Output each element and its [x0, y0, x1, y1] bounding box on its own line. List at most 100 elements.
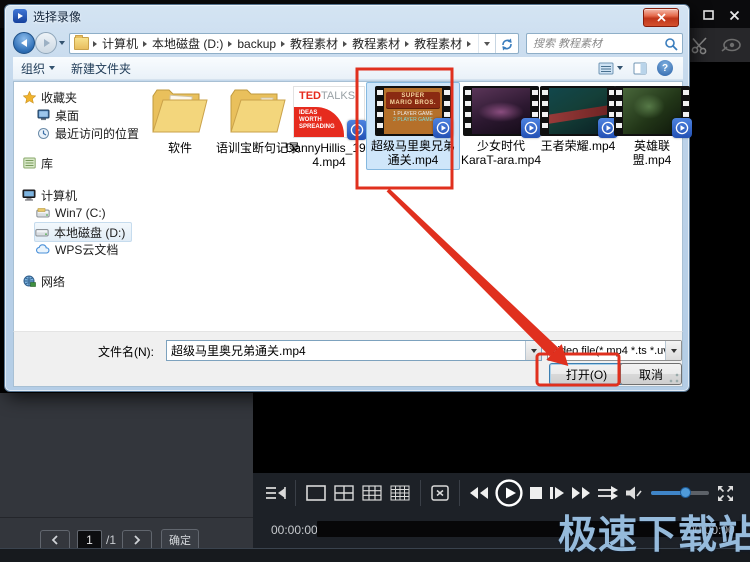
search-icon[interactable]	[664, 37, 678, 51]
eye-icon[interactable]	[720, 35, 742, 55]
chevron-down-icon	[484, 42, 490, 46]
layout-quad-button[interactable]	[333, 484, 355, 502]
organize-menu[interactable]: 组织	[13, 60, 63, 77]
volume-slider[interactable]	[649, 491, 711, 495]
breadcrumb-item[interactable]: 计算机	[98, 35, 142, 52]
playlist-toggle-button[interactable]	[264, 485, 286, 501]
breadcrumb-item[interactable]: 教程素材	[348, 35, 404, 52]
organize-label: 组织	[21, 60, 45, 77]
file-item-mario-selected[interactable]: SUPERMARIO BROS. 1 PLAYER GAME2 PLAYER G…	[366, 82, 460, 170]
drive-icon	[35, 225, 49, 239]
cloud-icon	[36, 242, 50, 256]
video-thumbnail: TEDTALKS IDEAS WORTH SPREADING	[293, 86, 365, 138]
crumb-arrow-icon	[281, 41, 285, 47]
libraries-icon	[22, 156, 36, 170]
help-button[interactable]: ?	[657, 60, 673, 76]
views-button[interactable]	[598, 62, 623, 75]
sidebar-label: 桌面	[55, 107, 79, 124]
sidebar-item-wps-cloud[interactable]: WPS云文档	[36, 240, 118, 258]
new-folder-label: 新建文件夹	[71, 60, 131, 77]
sidebar-item-recent[interactable]: 最近访问的位置	[36, 124, 139, 142]
back-button[interactable]	[13, 32, 35, 54]
sidebar-item-libraries[interactable]: 库	[22, 154, 53, 172]
maximize-button[interactable]	[698, 7, 718, 23]
address-dropdown-button[interactable]	[478, 34, 495, 53]
dialog-footer: 文件名(N): video file(*.mp4 *.ts *.uvrd) 打开…	[13, 331, 683, 387]
sidebar-item-network[interactable]: 网络	[22, 272, 65, 290]
mute-button[interactable]	[625, 485, 643, 501]
play-button[interactable]	[495, 479, 523, 507]
open-dialog: 选择录像 计算机 本地磁盘 (D:) backup 教程素材 教程素材 教程素材	[4, 4, 690, 392]
filename-label: 文件名(N):	[98, 343, 154, 360]
scissors-icon[interactable]	[690, 35, 710, 55]
sidebar-item-drive-c[interactable]: Win7 (C:)	[36, 204, 106, 222]
forward-button[interactable]	[35, 32, 57, 54]
play-badge-icon	[433, 118, 453, 138]
chevron-down-icon	[617, 66, 623, 70]
sidebar-item-desktop[interactable]: 桌面	[36, 106, 79, 124]
resize-grip[interactable]	[669, 373, 679, 383]
filename-input[interactable]	[167, 344, 525, 358]
video-thumbnail	[614, 86, 690, 136]
filename-dropdown-button[interactable]	[525, 341, 541, 360]
volume-knob[interactable]	[680, 487, 691, 498]
close-screen-button[interactable]	[430, 484, 450, 502]
breadcrumb-item[interactable]: 教程素材	[286, 35, 342, 52]
file-item-folder-soft[interactable]: 软件	[144, 86, 216, 155]
fast-forward-button[interactable]	[571, 486, 591, 500]
sidebar-label: 收藏夹	[41, 89, 77, 106]
layout-sixteen-button[interactable]	[389, 484, 411, 502]
rewind-button[interactable]	[469, 486, 489, 500]
layout-single-button[interactable]	[305, 484, 327, 502]
dialog-close-button[interactable]	[643, 8, 679, 27]
preview-pane-icon[interactable]	[633, 62, 647, 75]
breadcrumb-item[interactable]: 本地磁盘 (D:)	[148, 35, 227, 52]
chevron-down-icon	[531, 349, 537, 353]
step-forward-button[interactable]	[549, 486, 565, 500]
chevron-right-icon	[133, 535, 141, 545]
sidebar-item-computer[interactable]: 计算机	[22, 186, 77, 204]
breadcrumb-item[interactable]: 教程素材	[410, 35, 466, 52]
open-button[interactable]: 打开(O)	[549, 363, 624, 385]
search-box	[526, 33, 683, 54]
new-folder-button[interactable]: 新建文件夹	[63, 60, 139, 77]
sidebar-label: 本地磁盘 (D:)	[54, 224, 125, 241]
sidebar-item-favorites[interactable]: 收藏夹	[22, 88, 77, 106]
sidebar-label: 网络	[41, 273, 65, 290]
app-toolbar	[688, 28, 750, 62]
arrow-right-icon	[44, 39, 50, 47]
play-order-button[interactable]	[597, 485, 619, 501]
video-display-area	[253, 393, 750, 473]
dialog-title: 选择录像	[33, 8, 81, 25]
sidebar-item-drive-d[interactable]: 本地磁盘 (D:)	[34, 222, 132, 242]
speaker-muted-icon	[625, 485, 643, 501]
refresh-icon	[500, 37, 514, 51]
crumb-arrow-icon	[467, 41, 471, 47]
breadcrumb: 计算机 本地磁盘 (D:) backup 教程素材 教程素材 教程素材	[69, 33, 519, 54]
file-item-yingxionglianmeng[interactable]: 英雄联盟.mp4	[616, 86, 688, 167]
filetype-combo[interactable]: video file(*.mp4 *.ts *.uvrd)	[547, 340, 682, 361]
fast-forward-icon	[571, 486, 591, 500]
file-name: 王者荣耀.mp4	[541, 139, 616, 153]
play-order-icon	[597, 485, 619, 501]
file-item-dannyhillis[interactable]: TEDTALKS IDEAS WORTH SPREADING DannyHill…	[288, 86, 370, 169]
filetype-dropdown-button[interactable]	[665, 341, 681, 360]
file-item-wangzherongyao[interactable]: 王者荣耀.mp4	[538, 86, 618, 153]
sidebar-label: 库	[41, 155, 53, 172]
fullscreen-button[interactable]	[717, 485, 734, 502]
file-name: 超级马里奥兄弟通关.mp4	[371, 139, 455, 167]
playlist-panel: /1 确定	[0, 393, 253, 562]
history-dropdown-icon[interactable]	[59, 41, 65, 45]
close-window-button[interactable]	[724, 7, 744, 23]
screen: /1 确定	[0, 0, 750, 562]
stop-icon	[529, 486, 543, 500]
crumb-arrow-icon	[228, 41, 232, 47]
filename-combo	[166, 340, 542, 361]
stop-button[interactable]	[529, 486, 543, 500]
refresh-button[interactable]	[495, 34, 518, 53]
breadcrumb-item[interactable]: backup	[233, 37, 280, 51]
layout-nine-button[interactable]	[361, 484, 383, 502]
search-input[interactable]	[527, 38, 664, 50]
current-time-label: 00:00:00	[271, 523, 318, 537]
file-item-girls-generation[interactable]: 少女时代KaraT-ara.mp4	[458, 86, 544, 167]
